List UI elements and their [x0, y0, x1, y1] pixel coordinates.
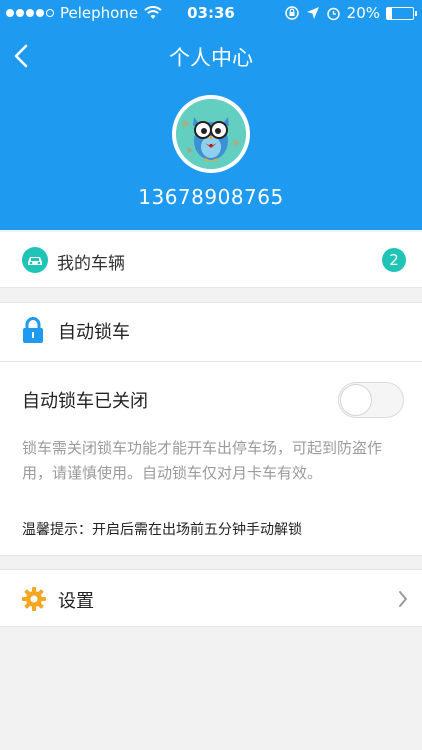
- settings-row[interactable]: 设置: [0, 569, 422, 627]
- settings-label: 设置: [58, 591, 94, 612]
- status-bar: Pelephone 03:36 20%: [0, 0, 422, 26]
- owl-avatar-icon: [176, 99, 246, 169]
- rotation-lock-icon: [284, 6, 299, 20]
- battery-percent: 20%: [346, 4, 380, 22]
- vehicle-count-badge: 2: [382, 248, 406, 272]
- gear-icon: [22, 587, 46, 611]
- lock-icon: [23, 317, 43, 343]
- my-vehicles-row[interactable]: 我的车辆 2: [0, 232, 422, 288]
- my-vehicles-label: 我的车辆: [57, 254, 125, 274]
- auto-lock-description: 锁车需关闭锁车功能才能开车出停车场，可起到防盗作用，请谨慎使用。自动锁车仅对月卡…: [22, 439, 383, 482]
- chevron-right-icon: [399, 591, 407, 607]
- auto-lock-title: 自动锁车: [58, 322, 130, 343]
- nav-bar: 个人中心: [0, 36, 422, 76]
- phone-number: 13678908765: [138, 185, 284, 209]
- status-right: 20%: [284, 4, 417, 22]
- toggle-knob: [340, 384, 372, 416]
- alarm-icon: [326, 7, 340, 20]
- profile-header: Pelephone 03:36 20% 个人中心 13678908765: [0, 0, 422, 230]
- avatar[interactable]: [172, 95, 250, 173]
- car-icon: [22, 247, 48, 273]
- location-icon: [306, 7, 319, 19]
- auto-lock-status-label: 自动锁车已关闭: [22, 391, 148, 412]
- divider: [0, 361, 422, 362]
- battery-fill: [387, 7, 393, 19]
- page-title: 个人中心: [169, 46, 253, 70]
- auto-lock-toggle[interactable]: [338, 382, 404, 418]
- battery-icon: [386, 6, 417, 20]
- auto-lock-card: 自动锁车 自动锁车已关闭 锁车需关闭锁车功能才能开车出停车场，可起到防盗作用，请…: [0, 302, 422, 556]
- auto-lock-tip: 温馨提示：开启后需在出场前五分钟手动解锁: [22, 522, 302, 538]
